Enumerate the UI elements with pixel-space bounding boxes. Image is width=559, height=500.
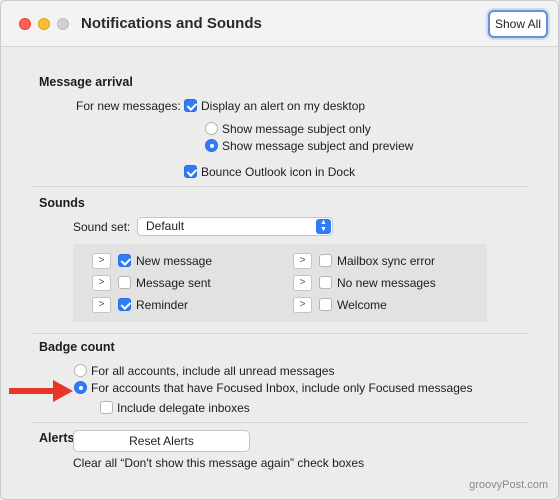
display-alert-label: Display an alert on my desktop (201, 99, 366, 113)
alerts-description: Clear all “Don't show this message again… (73, 456, 365, 470)
minimize-window-button[interactable] (38, 18, 50, 30)
section-divider (31, 186, 529, 187)
sound-set-label: Sound set: (73, 220, 131, 234)
for-new-messages-label: For new messages: (76, 99, 181, 113)
show-all-button[interactable]: Show All (488, 10, 548, 38)
all-accounts-label: For all accounts, include all unread mes… (91, 364, 335, 378)
play-new-message-button[interactable]: > (92, 253, 111, 269)
bounce-icon-label: Bounce Outlook icon in Dock (201, 165, 356, 179)
title-bar: Notifications and Sounds Show All (1, 1, 558, 47)
focused-accounts-radio[interactable] (74, 381, 87, 394)
play-no-new-messages-button[interactable]: > (293, 275, 312, 291)
new-message-label: New message (136, 254, 213, 268)
all-accounts-radio[interactable] (74, 364, 87, 377)
watermark-text: groovyPost.com (469, 479, 548, 491)
message-arrival-heading: Message arrival (39, 75, 133, 89)
section-divider (31, 333, 529, 334)
sounds-heading: Sounds (39, 196, 85, 210)
no-new-messages-label: No new messages (337, 276, 436, 290)
new-message-checkbox[interactable] (118, 254, 131, 267)
message-sent-label: Message sent (136, 276, 211, 290)
reminder-label: Reminder (136, 298, 189, 312)
play-reminder-button[interactable]: > (92, 297, 111, 313)
chevron-up-down-icon: ▲ ▼ (316, 219, 331, 234)
sound-set-value: Default (146, 219, 185, 233)
badge-count-heading: Badge count (39, 340, 115, 354)
display-alert-checkbox[interactable] (184, 99, 197, 112)
section-divider (31, 422, 529, 423)
subject-preview-label: Show message subject and preview (222, 139, 414, 153)
alerts-heading: Alerts (39, 431, 75, 445)
reminder-checkbox[interactable] (118, 298, 131, 311)
sound-set-select[interactable]: Default ▲ ▼ (137, 217, 333, 236)
mailbox-sync-error-checkbox[interactable] (319, 254, 332, 267)
message-sent-checkbox[interactable] (118, 276, 131, 289)
reset-alerts-button[interactable]: Reset Alerts (73, 430, 250, 452)
bounce-icon-checkbox[interactable] (184, 165, 197, 178)
window-title: Notifications and Sounds (81, 15, 262, 32)
close-window-button[interactable] (19, 18, 31, 30)
mailbox-sync-error-label: Mailbox sync error (337, 254, 436, 268)
subject-only-radio[interactable] (205, 122, 218, 135)
preferences-window: Notifications and Sounds Show All Messag… (0, 0, 559, 500)
play-mailbox-sync-error-button[interactable]: > (293, 253, 312, 269)
no-new-messages-checkbox[interactable] (319, 276, 332, 289)
annotation-arrow-icon (9, 380, 73, 402)
zoom-window-button[interactable] (57, 18, 69, 30)
focused-accounts-label: For accounts that have Focused Inbox, in… (91, 381, 473, 395)
delegate-inboxes-label: Include delegate inboxes (117, 401, 250, 415)
welcome-label: Welcome (337, 298, 387, 312)
play-message-sent-button[interactable]: > (92, 275, 111, 291)
delegate-inboxes-checkbox[interactable] (100, 401, 113, 414)
sounds-list-box: > New message > Message sent > Reminder … (73, 244, 487, 322)
subject-only-label: Show message subject only (222, 122, 371, 136)
subject-preview-radio[interactable] (205, 139, 218, 152)
welcome-checkbox[interactable] (319, 298, 332, 311)
play-welcome-button[interactable]: > (293, 297, 312, 313)
